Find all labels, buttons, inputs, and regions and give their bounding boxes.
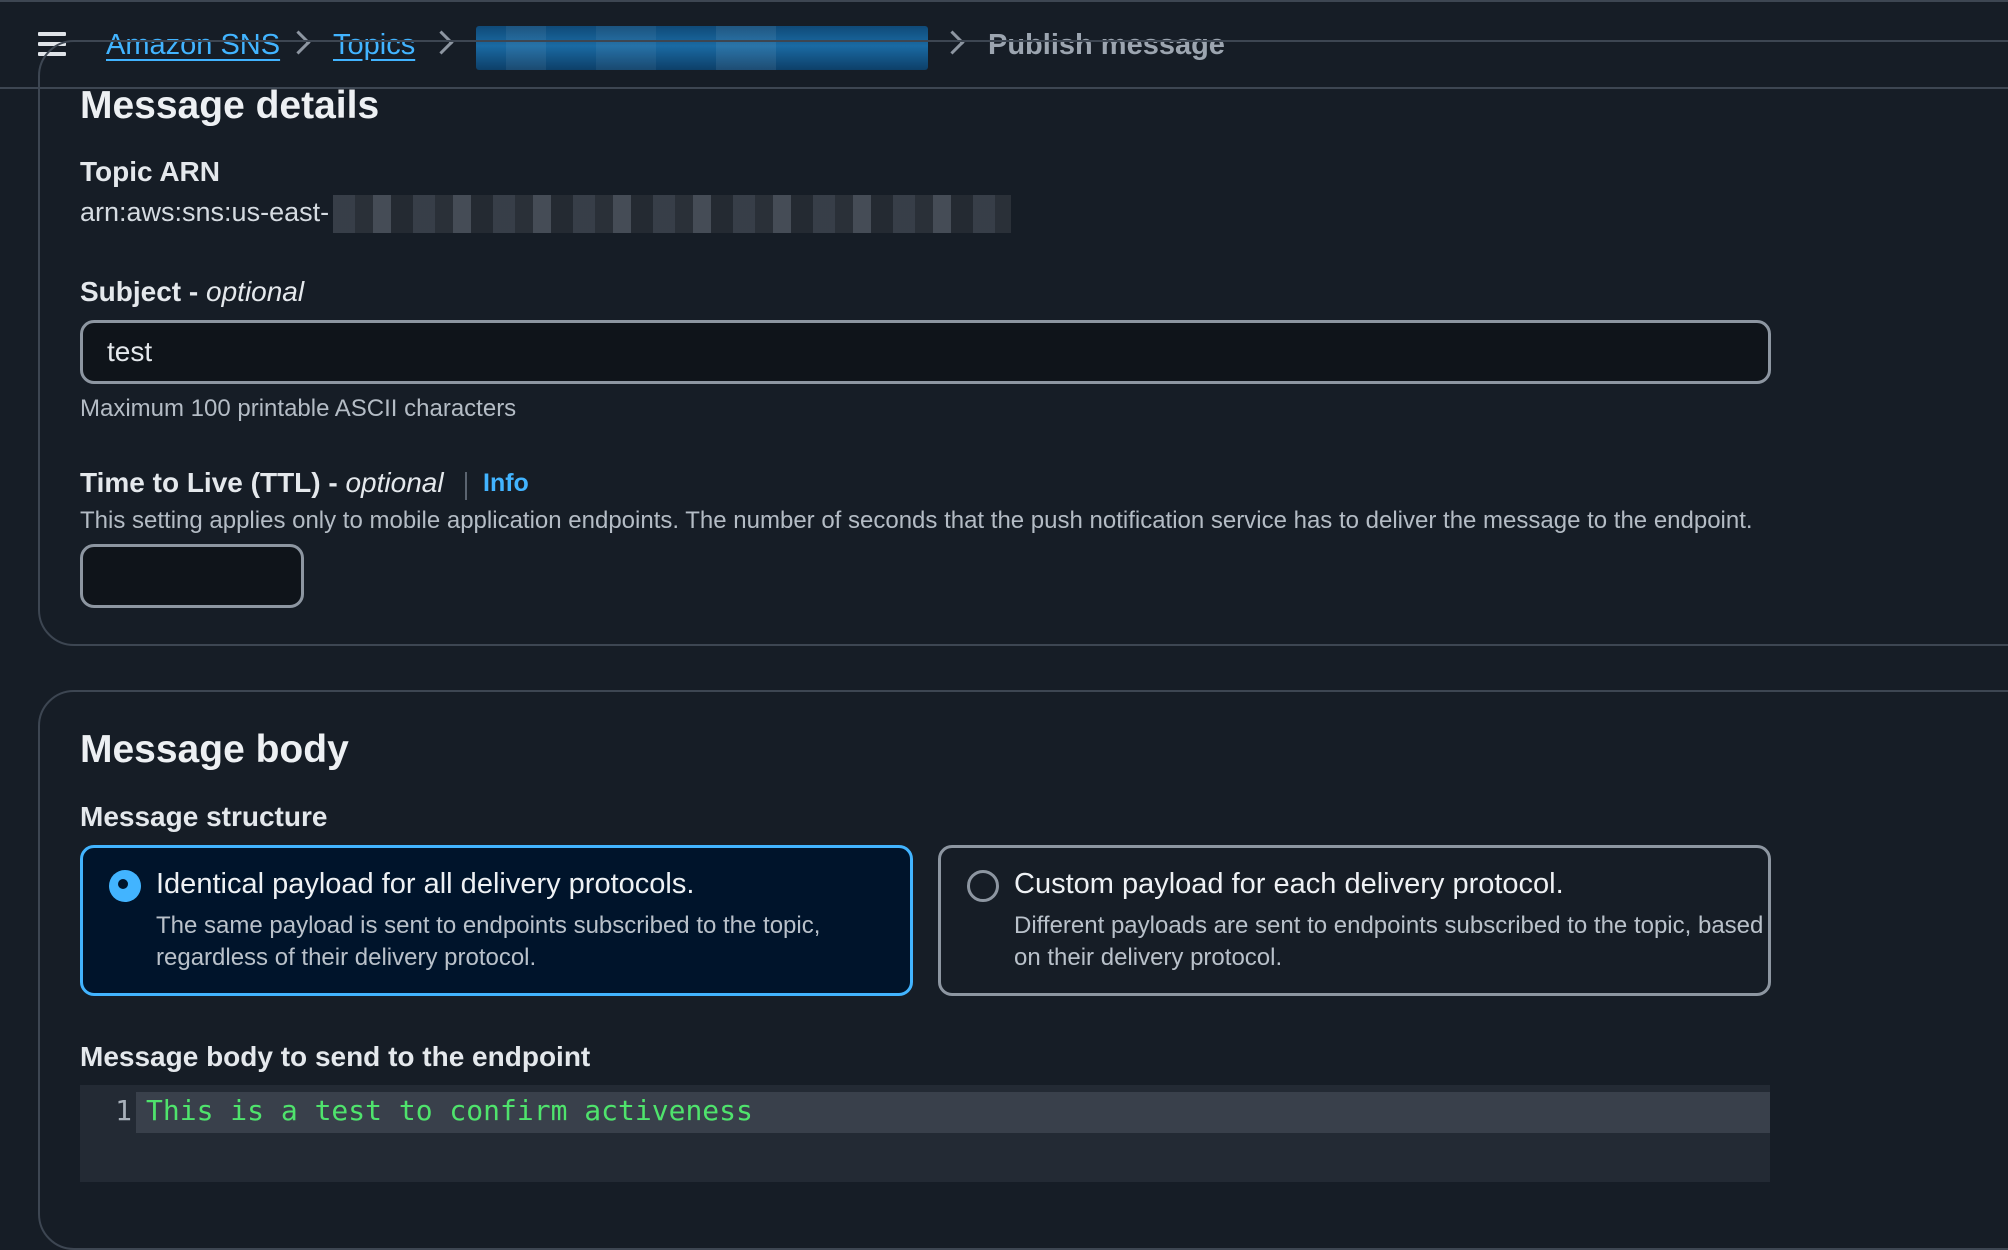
- topic-arn-label: Topic ARN: [80, 156, 220, 187]
- topic-arn-value: arn:aws:sns:us-east-: [80, 197, 330, 227]
- option-title: Custom payload for each delivery protoco…: [1014, 868, 1564, 900]
- message-details-heading: Message details: [80, 84, 380, 127]
- message-body-label: Message body to send to the endpoint: [80, 1041, 591, 1072]
- option-description: Different payloads are sent to endpoints…: [1014, 912, 1764, 971]
- ttl-info-link[interactable]: Info: [483, 469, 529, 498]
- optional-tag: optional: [345, 467, 444, 498]
- subject-input[interactable]: [80, 320, 1771, 384]
- message-body-heading: Message body: [80, 728, 349, 771]
- option-title: Identical payload for all delivery proto…: [156, 868, 695, 900]
- custom-payload-option[interactable]: Custom payload for each delivery protoco…: [938, 845, 1771, 996]
- radio-unselected-icon[interactable]: [967, 870, 999, 902]
- code-editor[interactable]: 1 This is a test to confirm activeness: [80, 1085, 1770, 1182]
- option-description: The same payload is sent to endpoints su…: [156, 912, 821, 971]
- subject-label: Subject - optional: [80, 276, 305, 307]
- topic-arn-redacted: [333, 195, 1011, 233]
- code-text[interactable]: This is a test to confirm activeness: [146, 1094, 753, 1127]
- ttl-input[interactable]: [80, 544, 304, 608]
- radio-selected-icon[interactable]: [109, 870, 141, 902]
- ttl-description: This setting applies only to mobile appl…: [80, 507, 1753, 534]
- optional-tag: optional: [206, 276, 305, 307]
- label-divider: [465, 472, 467, 500]
- message-structure-label: Message structure: [80, 801, 328, 832]
- identical-payload-option[interactable]: Identical payload for all delivery proto…: [80, 845, 913, 996]
- line-number: 1: [115, 1094, 132, 1127]
- ttl-label: Time to Live (TTL) - optional: [80, 467, 444, 498]
- subject-hint: Maximum 100 printable ASCII characters: [80, 395, 517, 422]
